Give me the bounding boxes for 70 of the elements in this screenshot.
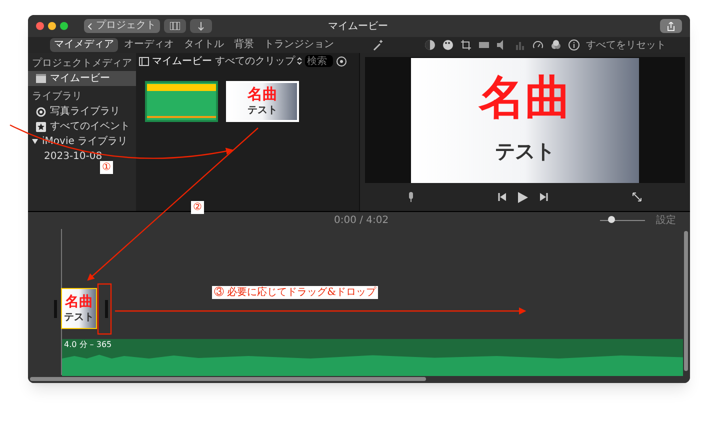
- crop-icon[interactable]: [460, 39, 472, 51]
- horizontal-scrollbar[interactable]: [30, 377, 426, 381]
- clip-subtitle: テスト: [64, 312, 94, 322]
- media-tab[interactable]: タイトル: [180, 38, 228, 52]
- sidebar-item[interactable]: 写真ライブラリ: [28, 104, 136, 119]
- trim-handle[interactable]: [105, 300, 108, 318]
- media-tab[interactable]: 背景: [230, 38, 258, 52]
- down-arrow-icon: [198, 22, 204, 30]
- search-field[interactable]: 検索: [305, 55, 333, 67]
- info-icon[interactable]: [568, 39, 580, 51]
- sidebar-heading: プロジェクトメディア: [31, 57, 133, 71]
- item-label: すべてのイベント: [50, 120, 130, 134]
- video-clip-thumbnail[interactable]: [145, 81, 218, 122]
- chevron-left-icon: [88, 22, 92, 30]
- clip-title: 名曲: [65, 294, 93, 308]
- clip-title: 名曲: [248, 87, 278, 102]
- sidebar-heading: ライブラリ: [31, 90, 83, 104]
- share-icon: [667, 22, 675, 30]
- minimize-button[interactable]: [48, 22, 56, 30]
- annotation-label: ①: [100, 161, 113, 174]
- magic-wand-icon[interactable]: [372, 39, 384, 51]
- highlight-frame: [97, 283, 112, 335]
- reset-all-button[interactable]: すべてをリセット: [586, 38, 666, 52]
- sidebar-toggle-icon[interactable]: [139, 56, 149, 66]
- zoom-button[interactable]: [60, 22, 68, 30]
- slider-thumb[interactable]: [608, 216, 615, 223]
- import-button[interactable]: [190, 19, 212, 33]
- trim-handle[interactable]: [54, 300, 57, 318]
- item-label: マイムービー: [50, 72, 110, 86]
- zoom-slider[interactable]: [600, 216, 645, 224]
- microphone-icon[interactable]: [408, 192, 414, 202]
- back-button[interactable]: プロジェクト: [84, 19, 160, 33]
- color-balance-icon[interactable]: [424, 39, 436, 51]
- clip-subtitle: テスト: [248, 106, 278, 116]
- fullscreen-icon[interactable]: [632, 192, 642, 202]
- timecode: 0:00 / 4:02: [334, 214, 389, 228]
- skip-back-icon[interactable]: [498, 193, 506, 202]
- window-title: マイムービー: [328, 20, 388, 34]
- browser-title: マイムービー: [152, 54, 212, 68]
- vertical-scrollbar[interactable]: [684, 231, 688, 371]
- media-tab[interactable]: トランジション: [260, 38, 338, 52]
- disclosure-icon[interactable]: [32, 139, 38, 144]
- share-button[interactable]: [660, 19, 682, 33]
- settings-button[interactable]: 設定: [656, 213, 676, 228]
- speedometer-icon[interactable]: [532, 39, 544, 51]
- item-label: 2023-10-08: [44, 150, 102, 164]
- title-clip-thumbnail[interactable]: 名曲 テスト: [226, 81, 299, 122]
- item-label: 写真ライブラリ: [50, 104, 120, 119]
- annotation-label: ②: [191, 201, 204, 214]
- annotation-label: ③ 必要に応じてドラッグ&ドロップ: [212, 286, 378, 299]
- close-button[interactable]: [36, 22, 44, 30]
- updown-chevron-icon: [297, 57, 302, 65]
- skip-forward-icon[interactable]: [540, 193, 548, 202]
- play-icon[interactable]: [518, 192, 528, 203]
- view-button[interactable]: [164, 19, 186, 33]
- clip-subtitle: テスト: [495, 138, 555, 166]
- clip-title: 名曲: [479, 74, 571, 120]
- sidebar-item[interactable]: すべてのイベント: [28, 119, 136, 134]
- settings-icon[interactable]: [336, 56, 347, 66]
- star-icon: [36, 122, 46, 132]
- sidebar-item[interactable]: マイムービー: [28, 71, 136, 86]
- media-tab[interactable]: オーディオ: [120, 38, 178, 52]
- media-tab[interactable]: マイメディア: [50, 38, 118, 52]
- title-clip[interactable]: 名曲 テスト: [411, 58, 639, 183]
- sidebar-item[interactable]: 2023-10-08: [28, 149, 136, 164]
- clip-filter-dropdown[interactable]: すべてのクリップ: [215, 54, 302, 68]
- filter-icon[interactable]: [550, 39, 562, 51]
- audio-clip-label: 4.0 分 – 365: [63, 339, 113, 351]
- audio-clip[interactable]: 4.0 分 – 365: [62, 339, 683, 376]
- title-clip[interactable]: 名曲 テスト: [62, 289, 96, 328]
